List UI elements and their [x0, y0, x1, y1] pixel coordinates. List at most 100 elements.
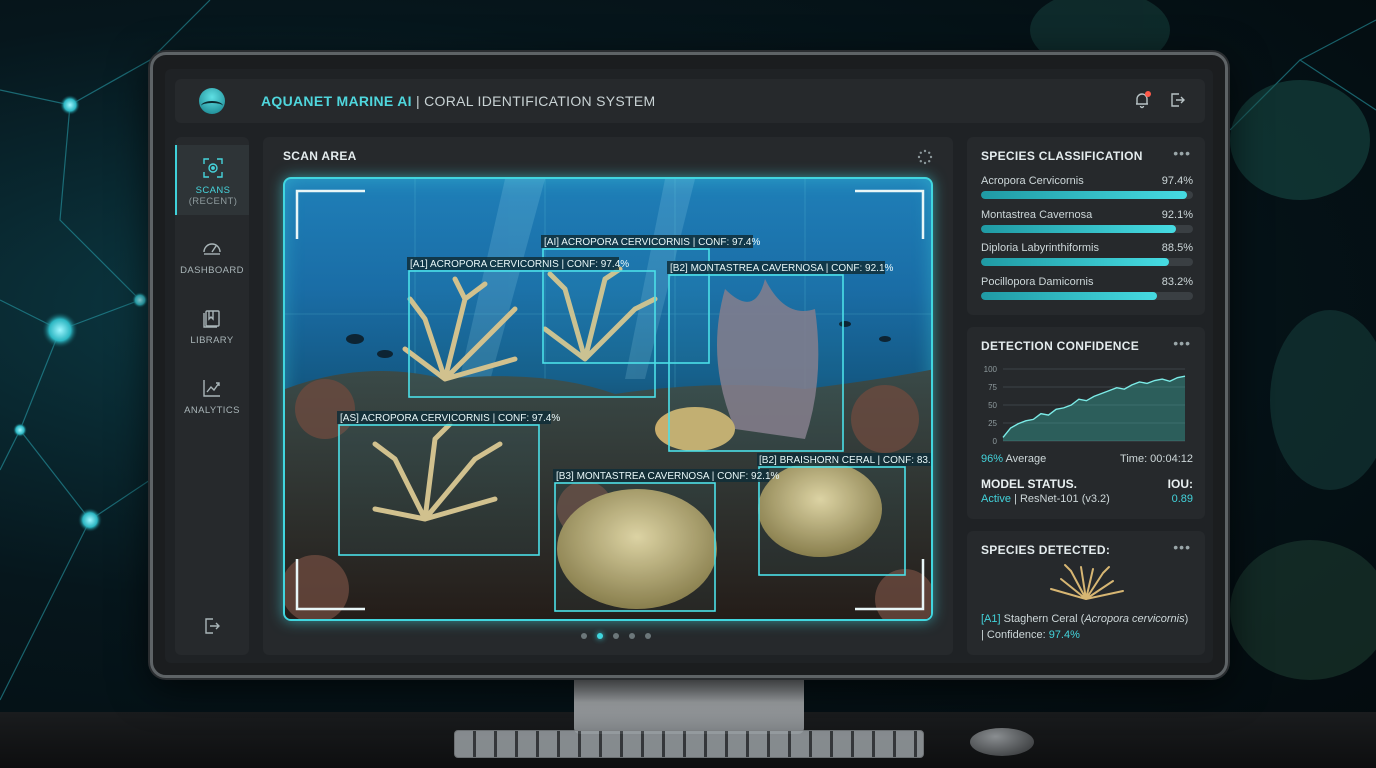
detection-label: [A1] ACROPORA CERVICORNIS | CONF: 97.4%	[410, 259, 629, 270]
reef-scene: [AI] ACROPORA CERVICORNIS | CONF: 97.4% …	[285, 179, 933, 619]
elapsed-time: Time: 00:04:12	[1120, 453, 1193, 465]
confidence-bar-fill	[981, 258, 1169, 266]
scan-pager	[581, 633, 651, 639]
species-row: Pocillopora Damicornis 83.2%	[981, 276, 1193, 300]
iou-value: 0.89	[1171, 493, 1193, 505]
species-close-paren: )	[1184, 613, 1189, 625]
confidence-area	[1003, 376, 1185, 441]
confidence-bar	[981, 225, 1193, 233]
species-common-name: Staghern Ceral (	[1000, 613, 1085, 625]
species-detected-panel: SPECIES DETECTED: ••• [A1] Staghern Cera…	[967, 531, 1205, 655]
library-icon	[203, 310, 220, 328]
scan-viewport[interactable]: [AI] ACROPORA CERVICORNIS | CONF: 97.4% …	[283, 177, 933, 621]
confidence-bar-fill	[981, 225, 1177, 233]
species-percent: 88.5%	[1161, 242, 1193, 254]
sidebar-logout-button[interactable]	[175, 615, 249, 643]
average-readout: 96% Average	[981, 453, 1046, 465]
detection-label: [B3] MONTASTREA CAVERNOSA | CONF: 92.1%	[556, 471, 780, 482]
app-header: AQUANET MARINE AI | CORAL IDENTIFICATION…	[175, 79, 1205, 123]
y-tick-label: 50	[988, 401, 997, 410]
logout-icon[interactable]	[1169, 91, 1187, 109]
species-row: Acropora Cervicornis 97.4%	[981, 175, 1193, 199]
detection-confidence-panel: DETECTION CONFIDENCE ••• 100 75 50 25 0 96% …	[967, 327, 1205, 519]
aquanet-logo-icon	[199, 88, 225, 114]
species-row: Montastrea Cavernosa 92.1%	[981, 209, 1193, 233]
mouse	[970, 728, 1034, 756]
model-name: | ResNet-101 (v3.2)	[1010, 493, 1110, 505]
notification-dot	[1145, 91, 1151, 97]
scan-area-title: SCAN AREA	[283, 149, 357, 163]
species-percent: 83.2%	[1161, 276, 1193, 288]
sidebar: SCANS (RECENT) DASHBOARD LIBRARY ANALYTI…	[175, 137, 249, 655]
screen: AQUANET MARINE AI | CORAL IDENTIFICATION…	[165, 69, 1213, 663]
monitor: AQUANET MARINE AI | CORAL IDENTIFICATION…	[150, 52, 1228, 678]
y-tick-label: 100	[984, 365, 998, 374]
keyboard	[454, 730, 924, 758]
sidebar-item-library[interactable]: LIBRARY	[175, 307, 249, 346]
line-chart-icon	[203, 380, 220, 397]
monitor-stand	[574, 676, 804, 734]
scan-area-panel: SCAN AREA [AI] ACROPORA CERVICORNIS | CO…	[263, 137, 953, 655]
model-status-value: Active	[981, 493, 1011, 505]
more-options-icon[interactable]: •••	[1173, 539, 1191, 555]
average-value: 96%	[981, 453, 1004, 465]
staghorn-coral-thumbnail	[1050, 564, 1124, 600]
detection-label: [B2] MONTASTREA CAVERNOSA | CONF: 92.1%	[670, 263, 894, 274]
species-row: Diploria Labyrinthiformis 88.5%	[981, 242, 1193, 266]
sidebar-item-label: DASHBOARD	[180, 265, 244, 276]
more-options-icon[interactable]: •••	[1173, 145, 1191, 161]
pager-dot[interactable]	[645, 633, 651, 639]
detection-label: [AI] ACROPORA CERVICORNIS | CONF: 97.4%	[544, 237, 760, 248]
more-options-icon[interactable]: •••	[1173, 335, 1191, 351]
species-detected-title: SPECIES DETECTED:	[981, 543, 1111, 557]
logout-icon	[205, 618, 220, 634]
confidence-value: 97.4%	[1048, 629, 1080, 641]
confidence-bar	[981, 258, 1193, 266]
pager-dot[interactable]	[581, 633, 587, 639]
confidence-area-chart: 100 75 50 25 0	[984, 365, 1186, 446]
species-percent: 97.4%	[1161, 175, 1193, 187]
detection-label: [AS] ACROPORA CERVICORNIS | CONF: 97.4%	[340, 413, 560, 424]
notification-bell-icon[interactable]	[1133, 91, 1151, 109]
app-title: AQUANET MARINE AI | CORAL IDENTIFICATION…	[261, 93, 655, 109]
species-name: Diploria Labyrinthiformis	[981, 242, 1099, 254]
confidence-bar	[981, 292, 1193, 300]
confidence-bar-fill	[981, 191, 1188, 199]
sidebar-item-label: SCANS	[195, 185, 231, 196]
sidebar-item-label: LIBRARY	[190, 335, 234, 346]
species-name: Montastrea Cavernosa	[981, 209, 1093, 221]
species-scientific-name: Acropora cervicornis	[1084, 613, 1185, 625]
sidebar-item-dashboard[interactable]: DASHBOARD	[175, 237, 249, 276]
species-classification-panel: SPECIES CLASSIFICATION ••• Acropora Cerv…	[967, 137, 1205, 315]
average-label: Average	[1003, 453, 1047, 465]
y-tick-label: 0	[993, 437, 998, 446]
gauge-icon	[203, 243, 221, 255]
confidence-bar	[981, 191, 1193, 199]
sidebar-item-label: ANALYTICS	[184, 405, 240, 416]
loading-spinner-icon	[917, 149, 933, 165]
model-status-label: MODEL STATUS.	[981, 477, 1077, 491]
iou-label: IOU:	[1167, 477, 1193, 491]
confidence-label: | Confidence:	[981, 629, 1049, 641]
species-name: Acropora Cervicornis	[981, 175, 1084, 187]
species-detected-description: [A1] Staghern Ceral (Acropora cervicorni…	[981, 611, 1196, 643]
pager-dot[interactable]	[629, 633, 635, 639]
sidebar-item-scans[interactable]: SCANS (RECENT)	[175, 145, 249, 215]
detection-label: [B2] BRAISHORN CERAL | CONF: 83.3%	[759, 455, 933, 466]
y-tick-label: 75	[988, 383, 997, 392]
y-tick-label: 25	[988, 419, 997, 428]
detection-confidence-title: DETECTION CONFIDENCE	[981, 339, 1140, 353]
species-name: Pocillopora Damicornis	[981, 276, 1094, 288]
app-subtitle: CORAL IDENTIFICATION SYSTEM	[424, 93, 656, 109]
species-id: [A1]	[981, 613, 1001, 625]
pager-dot[interactable]	[613, 633, 619, 639]
sidebar-item-sublabel: (RECENT)	[188, 196, 238, 207]
brand-name: AQUANET MARINE AI	[261, 93, 412, 109]
sidebar-item-analytics[interactable]: ANALYTICS	[175, 377, 249, 416]
title-separator: |	[411, 93, 425, 109]
scan-target-icon	[203, 158, 223, 178]
species-percent: 92.1%	[1161, 209, 1193, 221]
confidence-bar-fill	[981, 292, 1158, 300]
pager-dot-active[interactable]	[597, 633, 603, 639]
model-status: Active | ResNet-101 (v3.2)	[981, 493, 1110, 505]
